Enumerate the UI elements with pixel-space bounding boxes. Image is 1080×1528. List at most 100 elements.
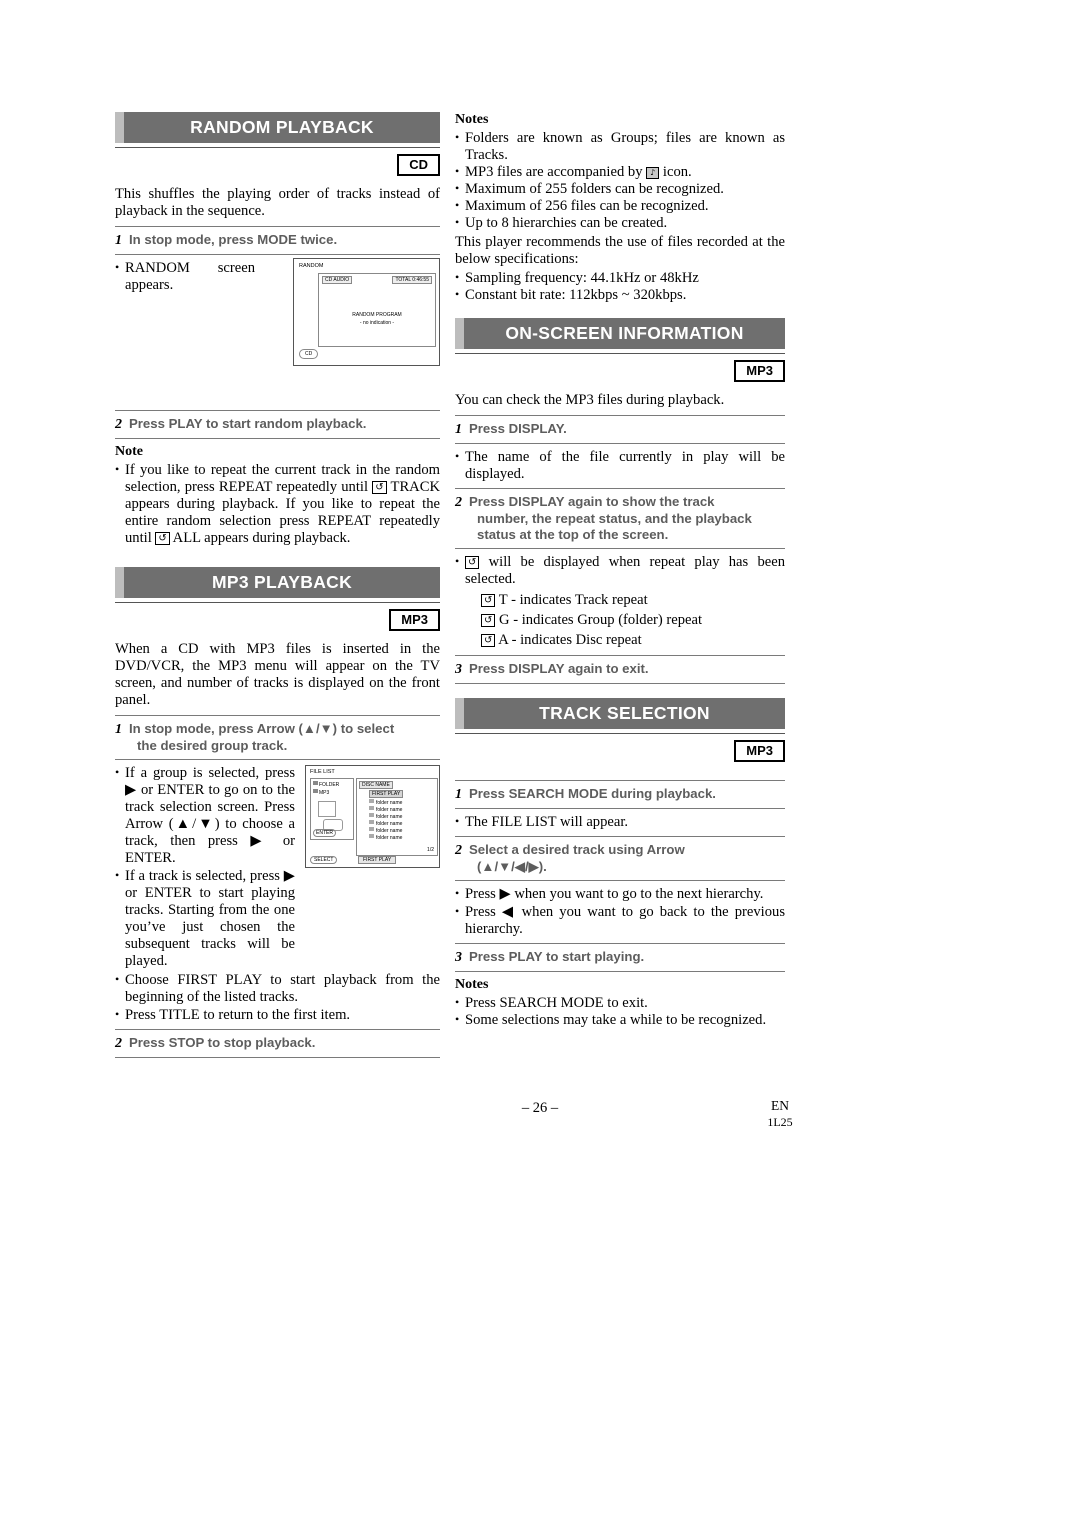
divider	[115, 226, 440, 227]
divider	[115, 715, 440, 716]
screen-left-tag: CD AUDIO	[322, 276, 353, 284]
folder-glyph	[318, 801, 336, 817]
divider	[115, 254, 440, 255]
list-item: If you like to repeat the current track …	[115, 461, 440, 547]
section-on-screen-information: ON-SCREEN INFORMATION	[455, 318, 785, 354]
list-item: If a group is selected, press ▶ or ENTER…	[115, 764, 295, 867]
footer-lang: EN	[771, 1098, 789, 1113]
footer-code: 1L25	[767, 1115, 793, 1129]
random-intro-text: This shuffles the playing order of track…	[115, 186, 440, 219]
ts-bullet-list: Press ▶ when you want to go to the next …	[455, 885, 785, 938]
notes-list-mp3: Folders are known as Groups; files are k…	[455, 129, 785, 232]
step-text: Press PLAY to start playing.	[469, 949, 645, 964]
ts-step-2: 2 Select a desired track using Arrow (▲/▼…	[455, 842, 785, 875]
repeat-line: ↺ T - indicates Track repeat	[481, 590, 785, 610]
osi-step-2: 2 Press DISPLAY again to show the track n…	[455, 494, 785, 543]
mp3-file-icon: ♪	[646, 167, 660, 179]
mp3-bullet-list-bottom: Choose FIRST PLAY to start playback from…	[115, 971, 440, 1024]
divider	[115, 147, 440, 148]
ts-step-1: 1 Press SEARCH MODE during playback.	[455, 786, 785, 803]
screen-frame: CD AUDIO TOTAL 0:46:55 RANDOM PROGRAM - …	[318, 273, 436, 347]
step-text: Press DISPLAY.	[469, 421, 567, 436]
repeat-icon: ↺	[155, 532, 170, 545]
list-item: Maximum of 255 folders can be recognized…	[455, 180, 785, 198]
first-play-label: FIRST PLAY	[369, 790, 404, 798]
folder-tag: FOLDER	[313, 781, 339, 788]
ts-step-3: 3 Press PLAY to start playing.	[455, 949, 785, 966]
mp3-step-1: 1 In stop mode, press Arrow (▲/▼) to sele…	[115, 721, 440, 754]
note-part-3: ALL appears during playback.	[172, 530, 351, 546]
step-text-cont-2: status at the top of the screen.	[477, 527, 669, 542]
note-text-post: icon.	[662, 164, 692, 180]
list-item: Some selections may take a while to be r…	[455, 1011, 785, 1029]
enter-label: ENTER	[313, 829, 336, 837]
section-title-random-playback: RANDOM PLAYBACK	[115, 112, 440, 143]
screen-center-line1: RANDOM PROGRAM	[352, 312, 402, 318]
notes-label-mp3: Notes	[455, 112, 489, 127]
divider	[455, 808, 785, 809]
list-item: folder name	[369, 827, 402, 834]
step-number: 2	[115, 417, 122, 432]
divider	[455, 353, 785, 354]
divider	[455, 780, 785, 781]
file-list-left-pane: FOLDER MP3 ENTER	[310, 778, 354, 840]
repeat-line: ↺ A - indicates Disc repeat	[481, 630, 785, 650]
step-number: 1	[115, 233, 122, 248]
mp3-step-2: 2 Press STOP to stop playback.	[115, 1035, 440, 1052]
list-item: RANDOM screen appears.	[115, 259, 255, 294]
step-text-cont: the desired group track.	[137, 738, 288, 753]
mp3-bullet-list-top: If a group is selected, press ▶ or ENTER…	[115, 764, 295, 970]
manual-page: RANDOM PLAYBACK CD This shuffles the pla…	[0, 0, 1080, 1528]
step-text-cont: (▲/▼/◀/▶).	[477, 859, 547, 874]
repeat-line: ↺ G - indicates Group (folder) repeat	[481, 610, 785, 630]
section-mp3-playback: MP3 PLAYBACK	[115, 567, 440, 603]
page-indicator: 1/2	[427, 847, 434, 853]
step-text: In stop mode, press Arrow (▲/▼) to selec…	[129, 721, 395, 736]
ts-notes-label: Notes	[455, 977, 489, 992]
section-title-mp3-playback: MP3 PLAYBACK	[115, 567, 440, 598]
list-item: Press ▶ when you want to go to the next …	[455, 885, 785, 903]
list-item: The FILE LIST will appear.	[455, 813, 785, 831]
step-text: In stop mode, press MODE twice.	[129, 232, 338, 247]
screen-title: RANDOM	[299, 263, 324, 269]
note-label: Note	[115, 444, 143, 459]
ts-notes-list: Press SEARCH MODE to exit. Some selectio…	[455, 994, 785, 1029]
select-label: SELECT	[310, 856, 338, 864]
badge-row-mp3-ts: MP3	[455, 740, 785, 762]
random-step-1: 1 In stop mode, press MODE twice.	[115, 232, 440, 249]
step-number: 1	[455, 422, 462, 437]
format-badge-mp3: MP3	[734, 360, 785, 382]
divider	[455, 655, 785, 656]
step-text: Press STOP to stop playback.	[129, 1035, 316, 1050]
divider	[455, 683, 785, 684]
random-bullet-list: RANDOM screen appears.	[115, 259, 255, 294]
screen-title: FILE LIST	[310, 769, 335, 775]
step-number: 2	[455, 843, 462, 858]
divider	[115, 759, 440, 760]
section-random-playback: RANDOM PLAYBACK	[115, 112, 440, 148]
screen-right-tag: TOTAL 0:46:55	[392, 276, 432, 284]
footer-code-block: EN 1L25	[700, 1098, 860, 1130]
divider	[455, 443, 785, 444]
step-number: 1	[455, 787, 462, 802]
list-item: folder name	[369, 820, 402, 827]
list-item: Press SEARCH MODE to exit.	[455, 994, 785, 1012]
spec-list: Sampling frequency: 44.1kHz or 48kHz Con…	[455, 269, 785, 304]
osi-step-1: 1 Press DISPLAY.	[455, 421, 785, 438]
repeat-icon: ↺	[481, 614, 496, 627]
step-text: Press DISPLAY again to exit.	[469, 661, 649, 676]
step-number: 1	[115, 722, 122, 737]
list-item: The name of the file currently in play w…	[455, 448, 785, 483]
section-title-track-selection: TRACK SELECTION	[455, 698, 785, 729]
note-text-pre: MP3 files are accompanied by	[465, 164, 643, 180]
list-item: folder name	[369, 806, 402, 813]
random-step-2: 2 Press PLAY to start random playback.	[115, 416, 440, 433]
list-item: Folders are known as Groups; files are k…	[455, 129, 785, 164]
screen-disc-badge: CD	[299, 349, 319, 359]
repeat-indicator-list: ↺ T - indicates Track repeat ↺ G - indic…	[469, 590, 785, 650]
osi-intro-text: You can check the MP3 files during playb…	[455, 392, 725, 408]
bottom-first-play-label: FIRST PLAY	[358, 856, 397, 864]
list-item: folder name	[369, 834, 402, 841]
badge-row-cd: CD	[115, 154, 440, 176]
osi-bullet-2: ↺ will be displayed when repeat play has…	[455, 553, 785, 588]
